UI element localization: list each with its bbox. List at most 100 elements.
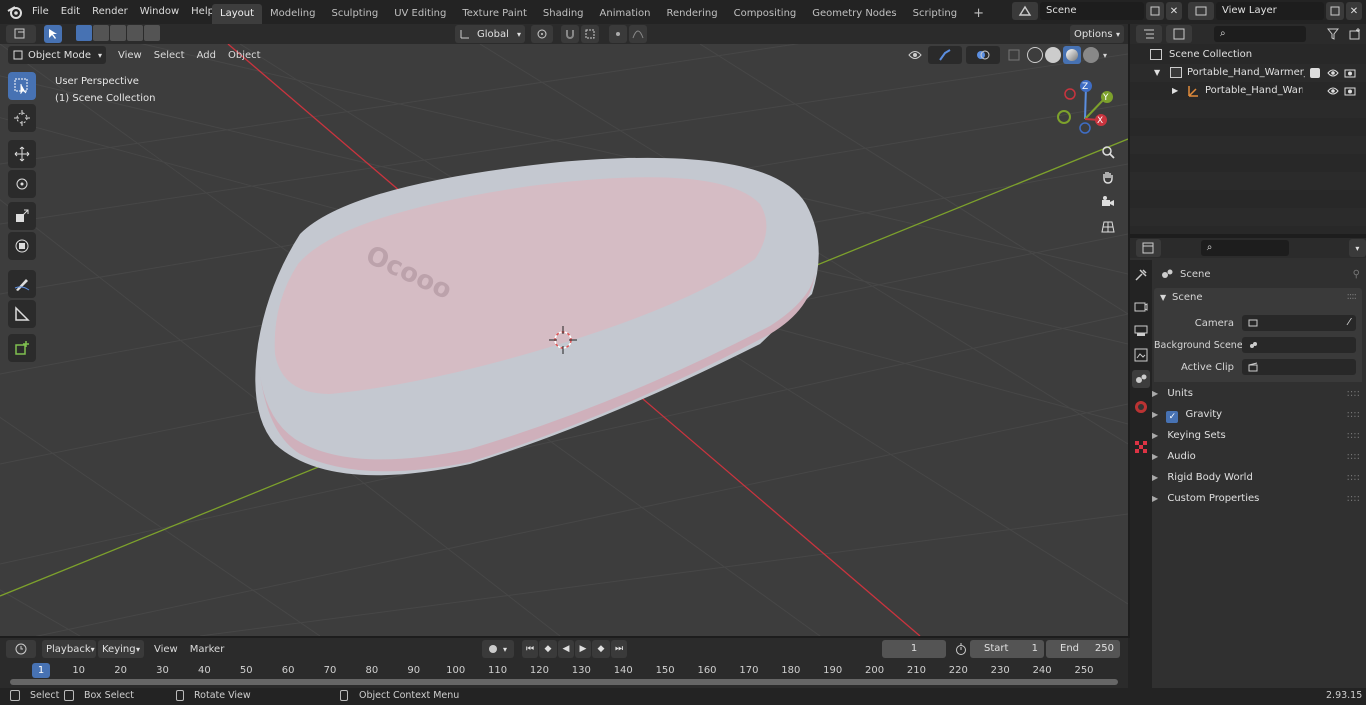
world-tab-icon[interactable] — [1134, 400, 1148, 414]
overlays-icon[interactable] — [966, 46, 1000, 64]
play-icon[interactable]: ▶ — [575, 640, 591, 658]
select-box-tool-icon[interactable] — [8, 72, 36, 100]
drag-handle-icon[interactable]: :::: — [1347, 447, 1360, 467]
falloff-icon[interactable] — [629, 25, 647, 43]
outliner-root[interactable]: Scene Collection — [1130, 46, 1366, 64]
viewport-canvas[interactable]: Ocooo Z Y X — [0, 44, 1128, 636]
properties-editor-type-icon[interactable] — [1136, 239, 1161, 257]
snap-icon[interactable] — [561, 25, 579, 43]
menu-render[interactable]: Render — [86, 2, 134, 22]
prev-keyframe-icon[interactable]: ◆ — [539, 640, 557, 658]
pivot-point-icon[interactable] — [531, 25, 553, 43]
tab-scripting[interactable]: Scripting — [905, 4, 965, 24]
select-invert-icon[interactable] — [127, 25, 143, 41]
timeline-editor-type-icon[interactable] — [6, 640, 36, 658]
output-tab-icon[interactable] — [1134, 324, 1148, 338]
tab-uv-editing[interactable]: UV Editing — [386, 4, 454, 24]
display-mode-icon[interactable] — [1166, 25, 1192, 43]
camera-render-icon[interactable] — [1344, 64, 1356, 82]
rigid-body-world-panel-header[interactable]: ▶ Rigid Body World :::: — [1152, 468, 1360, 488]
outliner-editor-type-icon[interactable] — [1136, 25, 1162, 43]
delete-view-layer-icon[interactable]: ✕ — [1346, 2, 1362, 20]
new-collection-icon[interactable] — [1346, 28, 1364, 40]
camera-view-icon[interactable] — [1096, 190, 1120, 214]
tab-layout[interactable]: Layout — [212, 4, 262, 24]
outliner-search-input[interactable]: ⌕ — [1214, 26, 1306, 42]
camera-render-icon[interactable] — [1344, 82, 1356, 100]
tool-tab-icon[interactable] — [1134, 268, 1148, 282]
scene-tab-icon[interactable] — [1132, 370, 1150, 388]
keying-sets-panel-header[interactable]: ▶ Keying Sets :::: — [1152, 426, 1360, 446]
mode-dropdown[interactable]: Object Mode ▾ — [8, 46, 106, 64]
frame-ruler[interactable]: 10 20 30 40 50 60 70 80 90 100 110 120 130 140 150 160 1… — [0, 660, 1128, 680]
delete-scene-icon[interactable]: ✕ — [1166, 2, 1182, 20]
custom-properties-panel-header[interactable]: ▶ Custom Properties :::: — [1152, 489, 1360, 509]
gravity-checkbox[interactable]: ✓ — [1166, 411, 1179, 423]
tab-animation[interactable]: Animation — [592, 4, 659, 24]
background-scene-field[interactable] — [1242, 337, 1356, 353]
scene-panel-header[interactable]: ▼ Scene :::: — [1154, 288, 1362, 310]
drag-handle-icon[interactable]: :::: — [1347, 384, 1360, 404]
tab-rendering[interactable]: Rendering — [659, 4, 726, 24]
expand-arrow-icon[interactable]: ▶ — [1172, 82, 1178, 100]
texture-tab-icon[interactable] — [1134, 440, 1148, 454]
viewport-menu-select[interactable]: Select — [148, 50, 191, 61]
properties-search-input[interactable]: ⌕ — [1200, 240, 1289, 256]
gravity-panel-header[interactable]: ▶ ✓ Gravity :::: — [1152, 405, 1360, 425]
view-layer-field[interactable]: View Layer — [1216, 2, 1324, 20]
menu-window[interactable]: Window — [134, 2, 185, 22]
units-panel-header[interactable]: ▶ Units :::: — [1152, 384, 1360, 404]
tab-sculpting[interactable]: Sculpting — [324, 4, 387, 24]
outliner-item[interactable]: ▼ Portable_Hand_Warmer_Ococ — [1130, 64, 1366, 82]
drag-handle-icon[interactable]: :::: — [1347, 291, 1358, 302]
select-extend-icon[interactable] — [93, 25, 109, 41]
eye-icon[interactable] — [1327, 64, 1339, 82]
tab-geometry-nodes[interactable]: Geometry Nodes — [804, 4, 904, 24]
playhead[interactable]: 1 — [32, 663, 50, 678]
eye-icon[interactable] — [1327, 82, 1339, 100]
eyedropper-icon[interactable]: ⁄ — [1348, 314, 1350, 332]
viewport-menu-add[interactable]: Add — [191, 50, 222, 61]
audio-panel-header[interactable]: ▶ Audio :::: — [1152, 447, 1360, 467]
scene-name-field[interactable]: Scene — [1040, 2, 1144, 20]
next-keyframe-icon[interactable]: ◆ — [592, 640, 610, 658]
start-frame-field[interactable]: Start 1 — [970, 640, 1044, 658]
visibility-icon[interactable] — [902, 46, 928, 64]
xray-icon[interactable] — [1004, 46, 1024, 64]
add-workspace-icon[interactable]: + — [965, 4, 992, 24]
collection-checkbox-icon[interactable] — [1310, 68, 1320, 78]
new-view-layer-icon[interactable] — [1326, 2, 1344, 20]
jump-end-icon[interactable]: ⏭ — [611, 640, 627, 658]
viewport-menu-view[interactable]: View — [112, 50, 148, 61]
pin-icon[interactable]: ⚲ — [1353, 269, 1360, 280]
drag-handle-icon[interactable]: :::: — [1347, 405, 1360, 425]
render-tab-icon[interactable] — [1134, 300, 1148, 314]
chevron-down-icon[interactable]: ▾ — [1103, 51, 1113, 60]
snap-target-icon[interactable] — [581, 25, 599, 43]
blender-logo-icon[interactable] — [6, 3, 24, 21]
tab-compositing[interactable]: Compositing — [726, 4, 805, 24]
proportional-edit-icon[interactable] — [609, 25, 627, 43]
solid-shading-icon[interactable] — [1045, 47, 1061, 63]
drag-handle-icon[interactable]: :::: — [1347, 489, 1360, 509]
options-dropdown[interactable]: Options ▾ — [1070, 25, 1124, 43]
menu-edit[interactable]: Edit — [55, 2, 86, 22]
orientation-dropdown[interactable]: Global ▾ — [455, 25, 525, 43]
chevron-down-icon[interactable]: ▾ — [1348, 239, 1366, 257]
menu-file[interactable]: File — [26, 2, 55, 22]
transform-tool-icon[interactable] — [8, 232, 36, 260]
material-shading-icon[interactable] — [1063, 46, 1081, 64]
gizmo-toggle-icon[interactable] — [928, 46, 962, 64]
add-cube-tool-icon[interactable] — [8, 334, 36, 362]
filter-icon[interactable] — [1320, 28, 1346, 40]
zoom-icon[interactable] — [1096, 140, 1120, 164]
camera-field[interactable]: ⁄ — [1242, 315, 1356, 331]
end-frame-field[interactable]: End 250 — [1046, 640, 1120, 658]
view-layer-browse-icon[interactable] — [1188, 2, 1214, 20]
timeline-menu-marker[interactable]: Marker — [184, 644, 231, 655]
viewport-menu-object[interactable]: Object — [222, 50, 267, 61]
stopwatch-icon[interactable] — [954, 643, 968, 655]
timeline-track[interactable]: 10 20 30 40 50 60 70 80 90 100 110 120 130 140 150 160 1… — [0, 660, 1128, 688]
cursor-tool-icon[interactable] — [8, 104, 36, 132]
scale-tool-icon[interactable] — [8, 202, 36, 230]
